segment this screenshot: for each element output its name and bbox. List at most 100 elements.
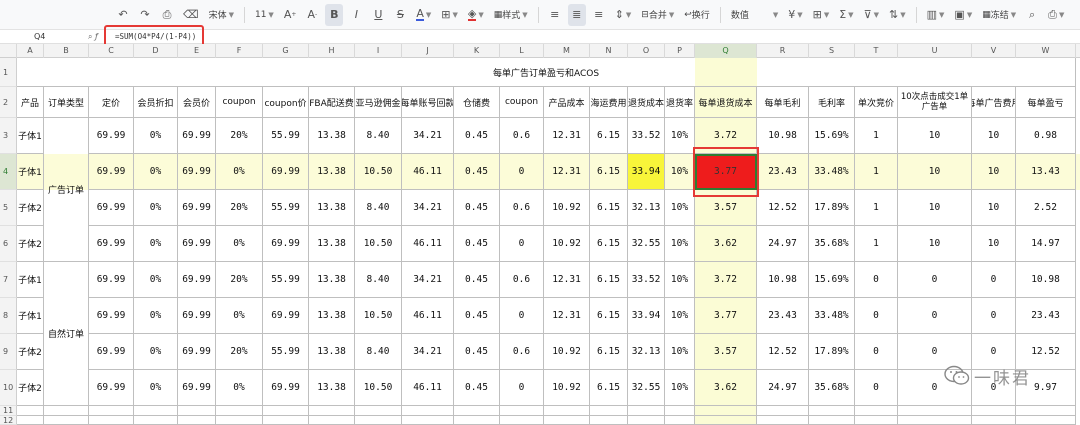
column-label[interactable]: 会员折扣	[134, 87, 178, 118]
empty-cell[interactable]	[628, 416, 665, 425]
data-cell[interactable]: 13.38	[309, 334, 355, 370]
data-cell[interactable]: 32.13	[628, 190, 665, 226]
undo-icon[interactable]: ↶	[114, 4, 132, 26]
row-header-7[interactable]: 7	[0, 262, 17, 298]
wrap-text-button[interactable]: ↩ 换行	[681, 4, 713, 26]
empty-cell[interactable]	[695, 406, 757, 416]
product-cell[interactable]: 子体2	[17, 334, 44, 370]
data-cell[interactable]: 3.72	[695, 118, 757, 154]
column-label[interactable]: 定价	[89, 87, 134, 118]
empty-cell[interactable]	[355, 416, 402, 425]
empty-cell[interactable]	[44, 406, 89, 416]
data-cell[interactable]: 24.97	[757, 370, 809, 406]
strikethrough-button[interactable]: S	[391, 4, 409, 26]
column-header-c[interactable]: C	[89, 44, 134, 58]
data-cell[interactable]: 3.77	[695, 154, 757, 190]
data-cell[interactable]: 13.38	[309, 190, 355, 226]
column-label[interactable]: coupon	[500, 87, 544, 118]
data-cell[interactable]: 69.99	[263, 370, 309, 406]
data-cell[interactable]: 0.6	[500, 118, 544, 154]
chart-icon[interactable]: ▥ ▼	[924, 4, 948, 26]
empty-cell[interactable]	[309, 416, 355, 425]
data-cell[interactable]: 69.99	[89, 154, 134, 190]
data-cell[interactable]: 0.45	[454, 118, 500, 154]
data-cell[interactable]: 55.99	[263, 118, 309, 154]
border-icon[interactable]: ⊞ ▼	[438, 4, 461, 26]
data-cell[interactable]: 0%	[134, 334, 178, 370]
data-cell[interactable]: 10	[898, 118, 972, 154]
column-header-j[interactable]: J	[402, 44, 454, 58]
data-cell[interactable]: 69.99	[89, 118, 134, 154]
data-cell[interactable]: 6.15	[590, 226, 628, 262]
column-header-g[interactable]: G	[263, 44, 309, 58]
product-cell[interactable]: 子体2	[17, 226, 44, 262]
data-cell[interactable]: 0.6	[500, 334, 544, 370]
data-cell[interactable]: 69.99	[178, 262, 216, 298]
column-label[interactable]: coupon价	[263, 87, 309, 118]
column-header-m[interactable]: M	[544, 44, 590, 58]
empty-cell[interactable]	[216, 416, 263, 425]
data-cell[interactable]: 13.38	[309, 262, 355, 298]
data-cell[interactable]: 8.40	[355, 118, 402, 154]
empty-cell[interactable]	[44, 416, 89, 425]
data-cell[interactable]: 13.43	[1016, 154, 1076, 190]
empty-cell[interactable]	[544, 406, 590, 416]
empty-cell[interactable]	[628, 406, 665, 416]
column-label[interactable]: coupon	[216, 87, 263, 118]
data-cell[interactable]: 10.98	[757, 118, 809, 154]
empty-cell[interactable]	[17, 406, 44, 416]
data-cell[interactable]: 34.21	[402, 334, 454, 370]
column-header-s[interactable]: S	[809, 44, 855, 58]
data-cell[interactable]: 46.11	[402, 370, 454, 406]
data-cell[interactable]: 6.15	[590, 154, 628, 190]
column-header-n[interactable]: N	[590, 44, 628, 58]
product-cell[interactable]: 子体2	[17, 190, 44, 226]
column-label[interactable]: 每单账号回款	[402, 87, 454, 118]
empty-cell[interactable]	[500, 406, 544, 416]
column-header-k[interactable]: K	[454, 44, 500, 58]
empty-cell[interactable]	[263, 406, 309, 416]
data-cell[interactable]: 0%	[134, 118, 178, 154]
insert-row-icon[interactable]: ⊞ ▼	[810, 4, 833, 26]
empty-cell[interactable]	[695, 416, 757, 425]
data-cell[interactable]: 0.45	[454, 190, 500, 226]
empty-cell[interactable]	[855, 416, 898, 425]
column-label[interactable]: 订单类型	[44, 87, 89, 118]
data-cell[interactable]: 3.62	[695, 226, 757, 262]
product-cell[interactable]: 子体1	[17, 262, 44, 298]
data-cell[interactable]: 10%	[665, 118, 695, 154]
data-cell[interactable]: 0.6	[500, 262, 544, 298]
data-cell[interactable]: 46.11	[402, 154, 454, 190]
data-cell[interactable]: 10%	[665, 154, 695, 190]
data-cell[interactable]: 0%	[134, 370, 178, 406]
data-cell[interactable]: 10	[972, 190, 1016, 226]
data-cell[interactable]: 24.97	[757, 226, 809, 262]
column-header-b[interactable]: B	[44, 44, 89, 58]
data-cell[interactable]: 0	[855, 370, 898, 406]
data-cell[interactable]: 10	[972, 226, 1016, 262]
data-cell[interactable]: 0	[500, 226, 544, 262]
data-cell[interactable]: 33.48%	[809, 298, 855, 334]
empty-cell[interactable]	[972, 416, 1016, 425]
data-cell[interactable]: 69.99	[89, 298, 134, 334]
data-cell[interactable]: 0.45	[454, 226, 500, 262]
column-header-f[interactable]: F	[216, 44, 263, 58]
row-header-6[interactable]: 6	[0, 226, 17, 262]
column-header-e[interactable]: E	[178, 44, 216, 58]
data-cell[interactable]: 6.15	[590, 298, 628, 334]
data-cell[interactable]: 0%	[134, 190, 178, 226]
row-header-1[interactable]: 1	[0, 58, 17, 87]
data-cell[interactable]: 0.98	[1016, 118, 1076, 154]
data-cell[interactable]: 35.68%	[809, 226, 855, 262]
data-cell[interactable]: 10.92	[544, 370, 590, 406]
data-cell[interactable]: 33.94	[628, 154, 665, 190]
data-cell[interactable]: 6.15	[590, 190, 628, 226]
product-cell[interactable]: 子体2	[17, 370, 44, 406]
empty-cell[interactable]	[809, 416, 855, 425]
data-cell[interactable]: 3.57	[695, 334, 757, 370]
sort-icon[interactable]: ⇅ ▼	[886, 4, 909, 26]
data-cell[interactable]: 13.38	[309, 118, 355, 154]
data-cell[interactable]: 17.89%	[809, 190, 855, 226]
data-cell[interactable]: 10.92	[544, 226, 590, 262]
column-header-v[interactable]: V	[972, 44, 1016, 58]
